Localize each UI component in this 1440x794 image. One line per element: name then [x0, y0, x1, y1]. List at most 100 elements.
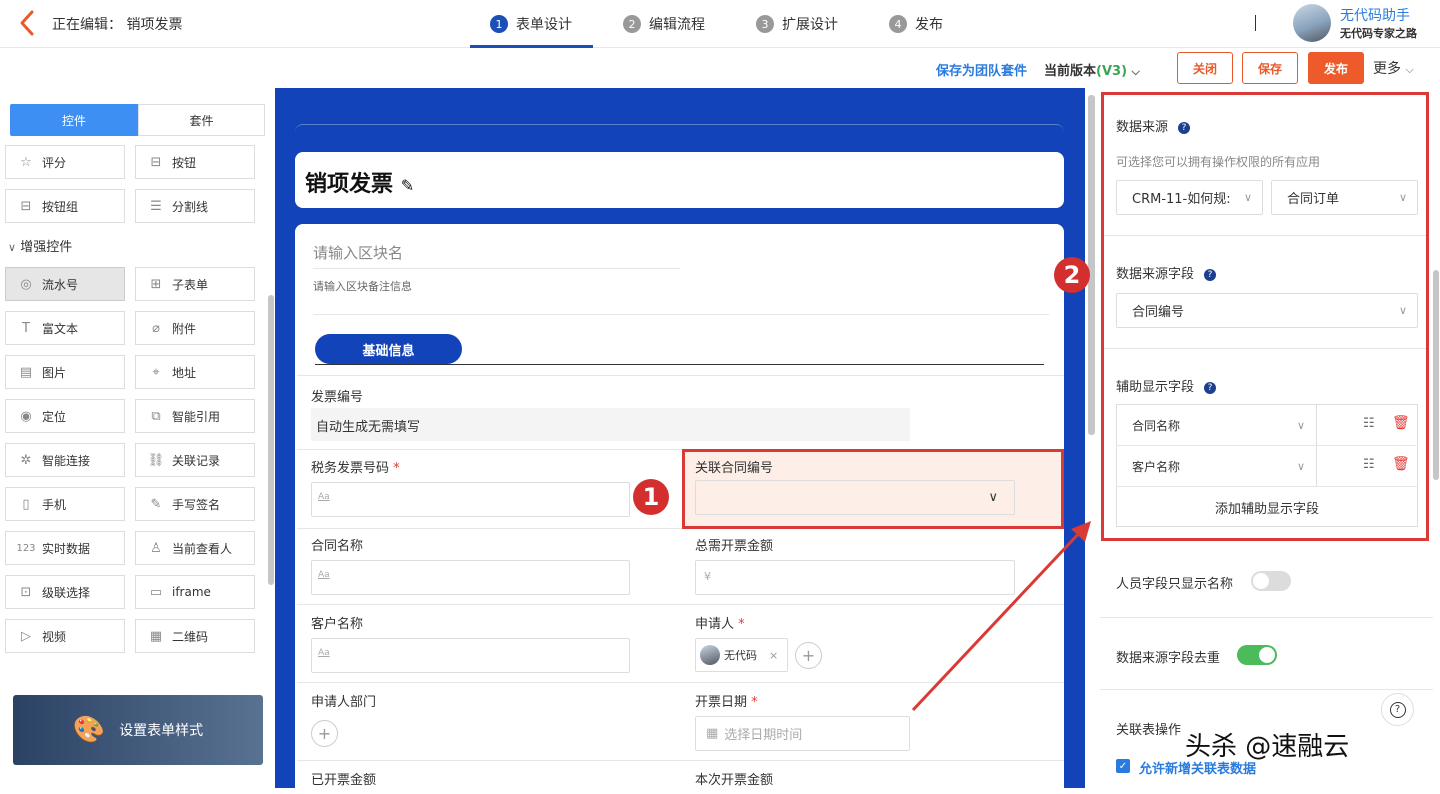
- component-richtext[interactable]: T 富文本: [5, 311, 125, 345]
- source-field-label: 数据来源字段?: [1116, 263, 1217, 282]
- publish-button[interactable]: 发布: [1308, 52, 1364, 84]
- component-smart-connect[interactable]: ✲ 智能连接: [5, 443, 125, 477]
- help-icon[interactable]: ?: [1204, 381, 1217, 394]
- close-button[interactable]: 关闭: [1177, 52, 1233, 84]
- component-smart-reference[interactable]: ⧉ 智能引用: [135, 399, 255, 433]
- component-button-group[interactable]: ⊟ 按钮组: [5, 189, 125, 223]
- allow-add-checkbox[interactable]: ✓: [1116, 759, 1130, 773]
- iframe-icon: ▭: [149, 584, 163, 600]
- delete-trash-icon[interactable]: 🗑: [1392, 456, 1410, 472]
- watermark: 头杀 @速融云: [1185, 732, 1350, 762]
- tax-no-input[interactable]: Aa: [311, 482, 630, 517]
- aux-field-select[interactable]: 客户名称 ∨: [1117, 446, 1315, 486]
- edit-pencil-icon[interactable]: ✎: [401, 176, 414, 195]
- user-role: 无代码专家之路: [1340, 27, 1417, 40]
- contract-no-label: 关联合同编号: [695, 461, 774, 476]
- step-edit-flow[interactable]: 2 编辑流程: [623, 14, 705, 34]
- customer-input[interactable]: Aa: [311, 638, 630, 673]
- date-label: 开票日期 *: [695, 691, 758, 710]
- user-name[interactable]: 无代码助手: [1340, 5, 1410, 25]
- avatar[interactable]: [1293, 4, 1331, 42]
- person-name-only-toggle[interactable]: [1251, 571, 1291, 591]
- chevron-down-icon: ∨: [1398, 304, 1407, 317]
- divider: [1104, 235, 1426, 236]
- component-image[interactable]: ▤ 图片: [5, 355, 125, 389]
- block-name-input[interactable]: 请输入区块名: [313, 242, 403, 263]
- set-form-style-button[interactable]: 🎨 设置表单样式: [13, 695, 263, 765]
- component-divider[interactable]: ☰ 分割线: [135, 189, 255, 223]
- help-icon[interactable]: ?: [1178, 121, 1191, 134]
- dedupe-toggle[interactable]: [1237, 645, 1277, 665]
- applicant-name: 无代码: [724, 649, 757, 662]
- chevron-down-icon: ⌵: [1131, 65, 1140, 78]
- step-publish[interactable]: 4 发布: [889, 14, 943, 34]
- select-value: 合同名称: [1132, 418, 1181, 433]
- settings-sliders-icon[interactable]: ☷: [1363, 457, 1375, 472]
- calendar-icon: ▦: [706, 726, 719, 741]
- tab-basic-info[interactable]: 基础信息: [315, 334, 462, 364]
- component-cascade-select[interactable]: ⊡ 级联选择: [5, 575, 125, 609]
- source-field-select[interactable]: 合同编号 ∨: [1116, 293, 1418, 328]
- add-dept-icon[interactable]: +: [311, 720, 338, 747]
- date-picker[interactable]: ▦ 选择日期时间: [695, 716, 910, 751]
- required-mark: *: [738, 617, 745, 632]
- component-label: 分割线: [172, 199, 209, 214]
- tab-suites[interactable]: 套件: [138, 104, 265, 136]
- app-select[interactable]: CRM-11-如何规: ∨: [1116, 180, 1263, 215]
- palette-icon: 🎨: [72, 715, 106, 745]
- help-circle-icon[interactable]: ?: [1381, 693, 1414, 726]
- delete-trash-icon[interactable]: 🗑: [1392, 415, 1410, 431]
- component-rating[interactable]: ☆ 评分: [5, 145, 125, 179]
- step-extend-design[interactable]: 3 扩展设计: [756, 14, 838, 34]
- form-select[interactable]: 合同订单 ∨: [1271, 180, 1418, 215]
- canvas-scrollbar[interactable]: [1088, 95, 1095, 435]
- block-note-input[interactable]: 请输入区块备注信息: [313, 278, 412, 294]
- label-text: 数据来源: [1116, 120, 1169, 135]
- form-title[interactable]: 销项发票 ✎: [305, 166, 414, 198]
- component-serial-number[interactable]: ◎ 流水号: [5, 267, 125, 301]
- cascade-icon: ⊡: [20, 584, 32, 600]
- tab-controls[interactable]: 控件: [10, 104, 138, 136]
- realtime-data-icon: 123: [16, 542, 36, 554]
- settings-sliders-icon[interactable]: ☷: [1363, 416, 1375, 431]
- component-signature[interactable]: ✎ 手写签名: [135, 487, 255, 521]
- close-icon[interactable]: ×: [769, 649, 778, 662]
- image-icon: ▤: [19, 364, 33, 380]
- chevron-down-icon: ∨: [1296, 459, 1305, 473]
- save-as-suite-link[interactable]: 保存为团队套件: [936, 60, 1027, 79]
- signature-icon: ✎: [150, 496, 162, 512]
- save-button[interactable]: 保存: [1242, 52, 1298, 84]
- component-iframe[interactable]: ▭ iframe: [135, 575, 255, 609]
- chevron-down-icon: ⌵: [1405, 63, 1414, 76]
- applicant-tag[interactable]: 无代码 ×: [695, 638, 788, 672]
- contract-no-select[interactable]: ∨: [695, 480, 1015, 515]
- component-address[interactable]: ⌖ 地址: [135, 355, 255, 389]
- required-mark: *: [393, 461, 400, 476]
- component-label: 子表单: [172, 277, 209, 292]
- more-menu[interactable]: 更多 ⌵: [1373, 58, 1414, 78]
- group-enhanced-controls[interactable]: ∨ 增强控件: [8, 236, 72, 255]
- component-link-record[interactable]: ⛓ 关联记录: [135, 443, 255, 477]
- add-person-icon[interactable]: +: [795, 642, 822, 669]
- component-button[interactable]: ⊟ 按钮: [135, 145, 255, 179]
- component-subform[interactable]: ⊞ 子表单: [135, 267, 255, 301]
- back-arrow-icon[interactable]: [16, 9, 42, 37]
- component-qrcode[interactable]: ▦ 二维码: [135, 619, 255, 653]
- help-icon[interactable]: ?: [1204, 268, 1217, 281]
- aux-field-select[interactable]: 合同名称 ∨: [1117, 405, 1315, 445]
- component-phone[interactable]: ▯ 手机: [5, 487, 125, 521]
- version-dropdown[interactable]: 当前版本(V3) ⌵: [1044, 60, 1140, 79]
- component-location[interactable]: ◉ 定位: [5, 399, 125, 433]
- left-scrollbar[interactable]: [268, 295, 274, 585]
- component-video[interactable]: ▷ 视频: [5, 619, 125, 653]
- component-current-viewer[interactable]: ♙ 当前查看人: [135, 531, 255, 565]
- divider: [1104, 348, 1426, 349]
- divider: [297, 375, 1064, 376]
- step-form-design[interactable]: 1 表单设计: [490, 14, 572, 34]
- right-scrollbar[interactable]: [1433, 270, 1439, 480]
- contract-name-input[interactable]: Aa: [311, 560, 630, 595]
- customer-label: 客户名称: [311, 617, 364, 632]
- component-realtime-data[interactable]: 123 实时数据: [5, 531, 125, 565]
- component-attachment[interactable]: ⌀ 附件: [135, 311, 255, 345]
- add-aux-field-button[interactable]: 添加辅助显示字段: [1116, 498, 1418, 517]
